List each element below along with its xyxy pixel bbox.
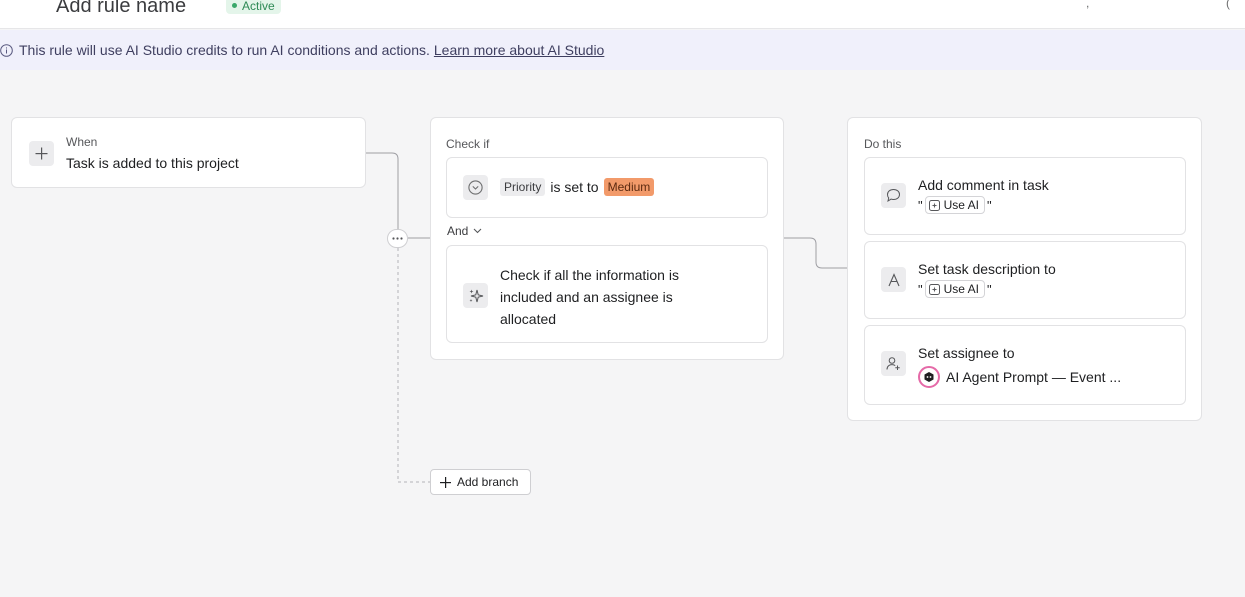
status-badge[interactable]: Active	[226, 0, 281, 14]
action-add-comment-icon-box	[881, 183, 906, 208]
use-ai-chip[interactable]: Use AI	[924, 280, 985, 298]
use-ai-label: Use AI	[943, 198, 979, 212]
ai-condition-text: Check if all the information is included…	[500, 267, 679, 327]
operator-text: is set to	[550, 179, 599, 195]
ellipsis-icon	[392, 237, 403, 240]
add-person-icon	[886, 357, 900, 370]
info-icon	[0, 43, 13, 57]
status-label: Active	[242, 0, 275, 13]
priority-field-tag[interactable]: Priority	[500, 178, 546, 196]
action-set-assignee-title: Set assignee to	[918, 345, 1015, 361]
ai-credits-banner: This rule will use AI Studio credits to …	[0, 30, 1245, 70]
action-set-description-title: Set task description to	[918, 261, 1056, 277]
rule-name-title[interactable]: Add rule name	[56, 0, 186, 18]
action-add-comment-value: " Use AI "	[918, 196, 992, 214]
close-quote: "	[986, 281, 992, 297]
action-add-comment-title: Add comment in task	[918, 177, 1049, 193]
learn-more-link[interactable]: Learn more about AI Studio	[434, 42, 604, 58]
priority-condition[interactable]: Priority is set to Medium	[446, 157, 768, 218]
more-options-button[interactable]	[387, 229, 408, 248]
plus-icon	[35, 147, 48, 160]
open-quote: "	[918, 197, 923, 213]
assignee-value[interactable]: AI Agent Prompt — Event ...	[918, 366, 1121, 388]
medium-value-tag[interactable]: Medium	[603, 178, 655, 196]
plus-icon	[440, 476, 451, 488]
ai-condition-icon-box	[463, 283, 488, 308]
trigger-card[interactable]: When Task is added to this project	[11, 117, 366, 188]
trigger-label: When	[66, 135, 98, 149]
chevron-down-icon	[473, 228, 482, 234]
toolbar-fragment-1[interactable]: ,	[1086, 0, 1089, 10]
comment-icon	[886, 188, 901, 203]
ai-agent-avatar	[918, 366, 940, 388]
priority-condition-row: Priority is set to Medium	[500, 178, 655, 196]
priority-condition-icon-box	[463, 175, 488, 200]
and-joiner-dropdown[interactable]: And	[447, 224, 482, 238]
ai-condition[interactable]: Check if all the information is included…	[446, 245, 768, 343]
ai-sparkle-icon	[469, 289, 483, 302]
condition-section-label: Check if	[446, 137, 490, 151]
chevron-circle-icon	[468, 180, 483, 195]
use-ai-chip[interactable]: Use AI	[924, 196, 985, 214]
ai-chip-icon	[928, 199, 940, 211]
and-joiner-label: And	[447, 224, 469, 238]
action-set-description-icon-box	[881, 267, 906, 292]
action-set-assignee[interactable]: Set assignee to AI Agent Prompt — Event …	[864, 325, 1186, 405]
add-branch-button[interactable]: Add branch	[430, 469, 531, 495]
close-quote: "	[986, 197, 992, 213]
banner-text: This rule will use AI Studio credits to …	[19, 42, 430, 58]
toolbar-fragment-2[interactable]: (	[1226, 0, 1230, 10]
action-set-description[interactable]: Set task description to " Use AI "	[864, 241, 1186, 319]
ai-agent-icon	[924, 372, 934, 382]
action-set-assignee-icon-box	[881, 351, 906, 376]
trigger-text: Task is added to this project	[66, 155, 239, 171]
text-icon	[887, 272, 900, 286]
action-add-comment[interactable]: Add comment in task " Use AI "	[864, 157, 1186, 235]
use-ai-label: Use AI	[943, 282, 979, 296]
add-trigger-button[interactable]	[29, 141, 54, 166]
actions-section-label: Do this	[864, 137, 902, 151]
status-dot-icon	[232, 3, 237, 8]
assignee-name: AI Agent Prompt — Event ...	[946, 369, 1122, 385]
actions-card: Do this Add comment in task " Use AI " S…	[847, 117, 1202, 421]
add-branch-label: Add branch	[457, 475, 519, 489]
condition-card: Check if Priority is set to Medium And C…	[430, 117, 784, 360]
top-bar: Add rule name Active , (	[0, 0, 1245, 29]
open-quote: "	[918, 281, 923, 297]
ai-chip-icon	[928, 283, 940, 295]
action-set-description-value: " Use AI "	[918, 280, 992, 298]
